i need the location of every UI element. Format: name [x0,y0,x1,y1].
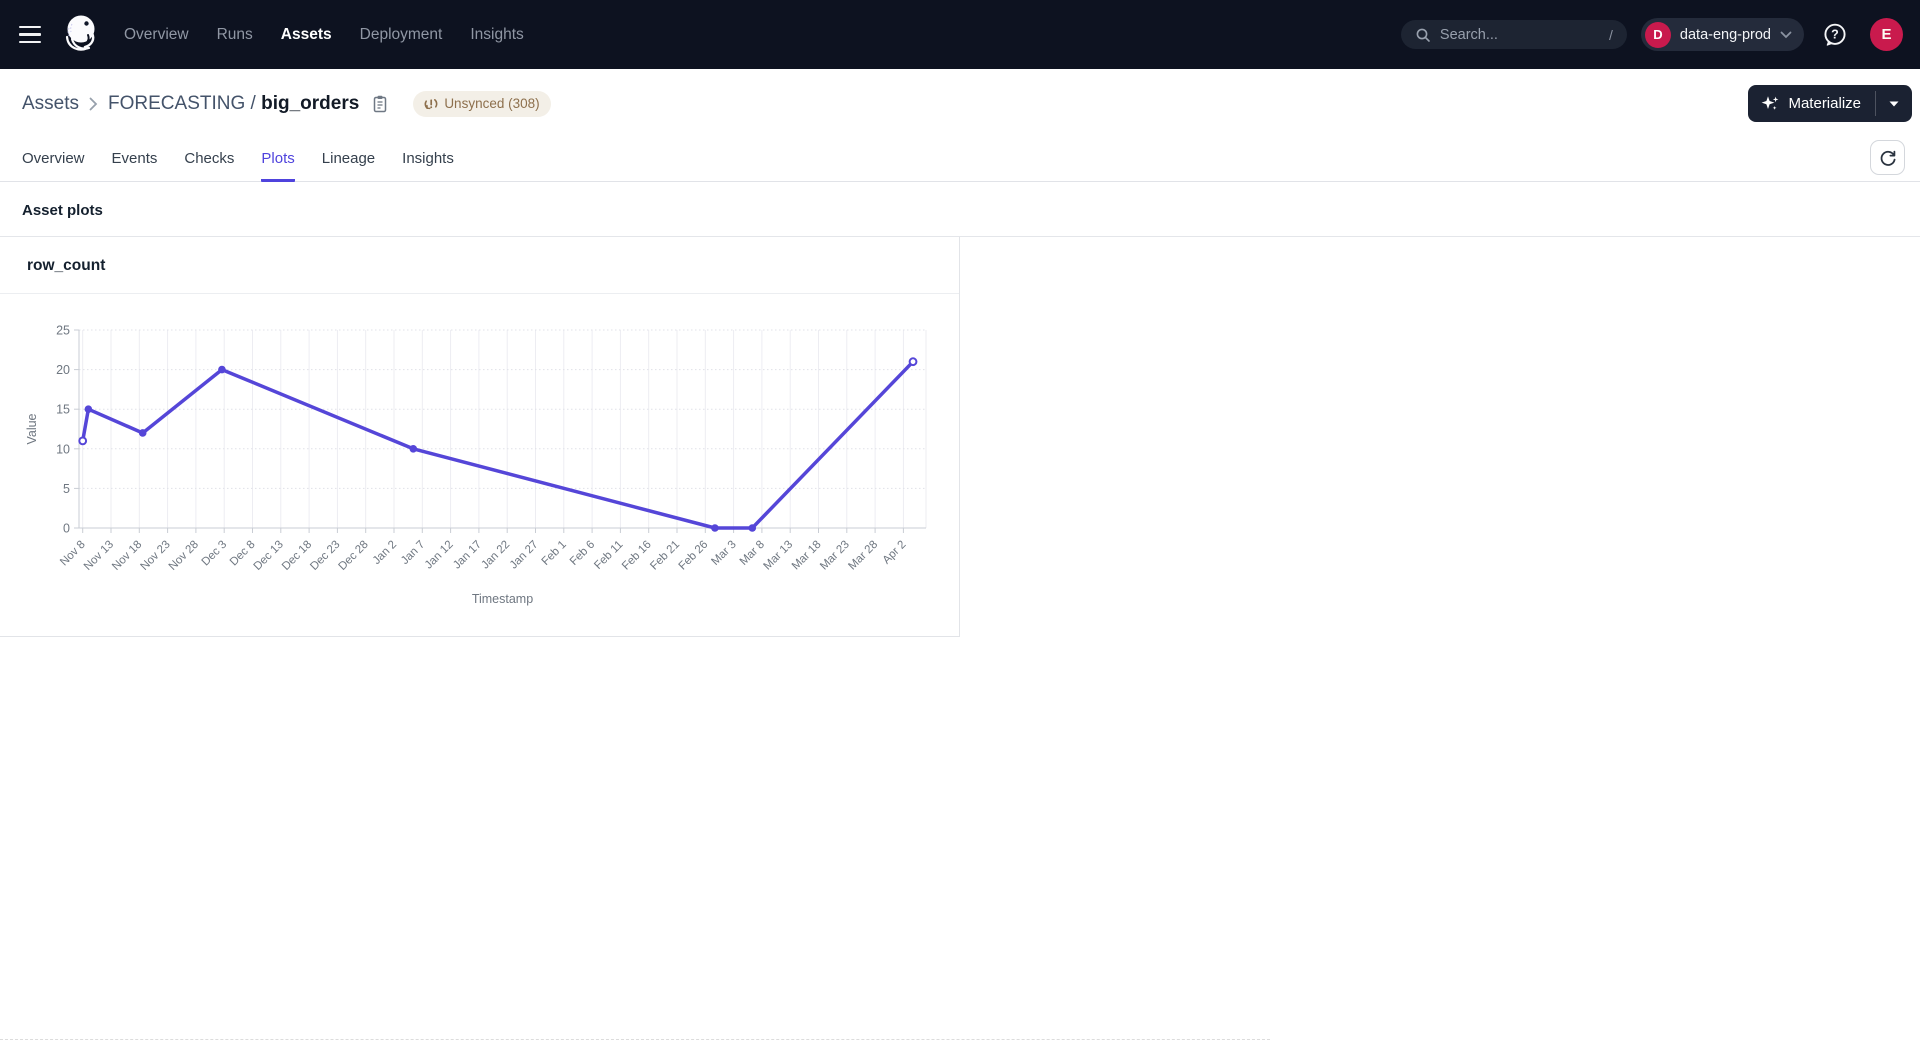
svg-text:Feb 16: Feb 16 [620,539,654,573]
materialize-dropdown-toggle[interactable] [1876,85,1912,122]
svg-text:Feb 26: Feb 26 [677,539,711,573]
deployment-initial-badge: D [1645,22,1671,48]
plot-panel-header: row_count [0,237,959,294]
user-avatar[interactable]: E [1870,18,1903,51]
svg-text:Nov 18: Nov 18 [110,539,144,573]
svg-text:Mar 3: Mar 3 [709,539,738,568]
sparkles-icon [1761,94,1780,113]
breadcrumb-group-and-asset: FORECASTING / big_orders [108,93,359,115]
svg-text:Jan 17: Jan 17 [451,539,484,572]
tab-plots[interactable]: Plots [261,136,294,182]
materialize-button[interactable]: Materialize [1748,85,1875,122]
svg-text:Feb 21: Feb 21 [648,539,682,573]
svg-text:Dec 13: Dec 13 [252,539,286,573]
bottom-divider [0,1039,1270,1040]
unsynced-badge-label: Unsynced (308) [444,96,539,111]
svg-text:Jan 27: Jan 27 [508,539,541,572]
deployment-selector[interactable]: D data-eng-prod [1641,18,1804,51]
plot-panel-row-count: row_count 0510152025Nov 8Nov 13Nov 18Nov… [0,237,960,637]
svg-text:Apr 2: Apr 2 [881,539,909,567]
nav-item-runs[interactable]: Runs [217,26,253,44]
svg-text:5: 5 [63,482,70,496]
search-placeholder: Search... [1440,27,1498,43]
svg-text:Dec 23: Dec 23 [308,539,342,573]
svg-text:?: ? [1831,27,1839,41]
svg-text:Dec 3: Dec 3 [200,539,230,569]
chart-container: 0510152025Nov 8Nov 13Nov 18Nov 23Nov 28D… [0,294,959,636]
unsynced-badge[interactable]: Unsynced (308) [413,91,550,117]
svg-text:Timestamp: Timestamp [472,592,533,606]
svg-text:0: 0 [63,522,70,536]
svg-text:15: 15 [56,403,70,417]
svg-text:Nov 28: Nov 28 [167,539,201,573]
svg-text:Jan 22: Jan 22 [479,539,512,572]
svg-text:Value: Value [25,413,39,444]
refresh-button[interactable] [1870,140,1905,175]
plot-title: row_count [27,257,937,275]
chevron-down-icon [1780,31,1792,39]
nav-item-insights[interactable]: Insights [470,26,523,44]
help-button[interactable]: ? [1822,22,1848,48]
nav-item-deployment[interactable]: Deployment [360,26,443,44]
sync-alert-icon [424,97,438,111]
svg-text:10: 10 [56,442,70,456]
svg-text:Nov 23: Nov 23 [138,539,172,573]
svg-text:25: 25 [56,324,70,338]
svg-text:Dec 28: Dec 28 [337,539,371,573]
breadcrumb-group: FORECASTING / [108,93,256,114]
svg-text:Mar 13: Mar 13 [762,539,796,573]
svg-text:20: 20 [56,363,70,377]
search-shortcut-hint: / [1609,27,1613,43]
search-icon [1415,27,1431,43]
tab-overview[interactable]: Overview [22,136,85,182]
materialize-button-label: Materialize [1788,95,1861,112]
section-header: Asset plots [0,182,1920,237]
svg-text:Feb 11: Feb 11 [592,539,625,572]
copy-icon[interactable] [371,94,389,114]
breadcrumb: Assets FORECASTING / big_orders [22,91,551,117]
caret-down-icon [1889,101,1899,107]
svg-text:Feb 1: Feb 1 [540,539,569,568]
tab-events[interactable]: Events [112,136,158,182]
svg-text:Jan 2: Jan 2 [371,539,399,567]
tab-lineage[interactable]: Lineage [322,136,375,182]
asset-tabs: Overview Events Checks Plots Lineage Insights [22,136,454,181]
search-input[interactable]: Search... / [1401,20,1627,49]
page-header: Assets FORECASTING / big_orders [0,69,1920,136]
refresh-icon [1879,149,1897,167]
menu-icon[interactable] [16,18,50,52]
breadcrumb-assets-link[interactable]: Assets [22,93,79,115]
asset-tabs-bar: Overview Events Checks Plots Lineage Insights [0,136,1920,182]
nav-item-overview[interactable]: Overview [124,26,189,44]
nav-links: Overview Runs Assets Deployment Insights [124,26,524,44]
tab-checks[interactable]: Checks [184,136,234,182]
svg-text:Mar 23: Mar 23 [818,539,852,573]
svg-text:Nov 13: Nov 13 [82,539,116,573]
materialize-split-button[interactable]: Materialize [1748,85,1912,122]
svg-text:Mar 28: Mar 28 [846,539,880,573]
page-title-asset-name: big_orders [261,93,359,114]
deployment-label: data-eng-prod [1680,27,1771,43]
top-navbar: Overview Runs Assets Deployment Insights Sea… [0,0,1920,69]
help-icon: ? [1822,22,1848,48]
svg-text:Jan 12: Jan 12 [423,539,456,572]
asset-plots-section: Asset plots row_count 0510152025Nov 8Nov… [0,182,1920,637]
tab-insights[interactable]: Insights [402,136,454,182]
svg-text:Mar 18: Mar 18 [790,539,824,573]
nav-item-assets[interactable]: Assets [281,26,332,44]
row-count-line-chart: 0510152025Nov 8Nov 13Nov 18Nov 23Nov 28D… [0,294,950,631]
dagster-logo[interactable] [62,13,102,57]
svg-text:Dec 18: Dec 18 [280,539,314,573]
breadcrumb-chevron-icon [89,97,98,111]
section-title: Asset plots [22,202,1898,219]
